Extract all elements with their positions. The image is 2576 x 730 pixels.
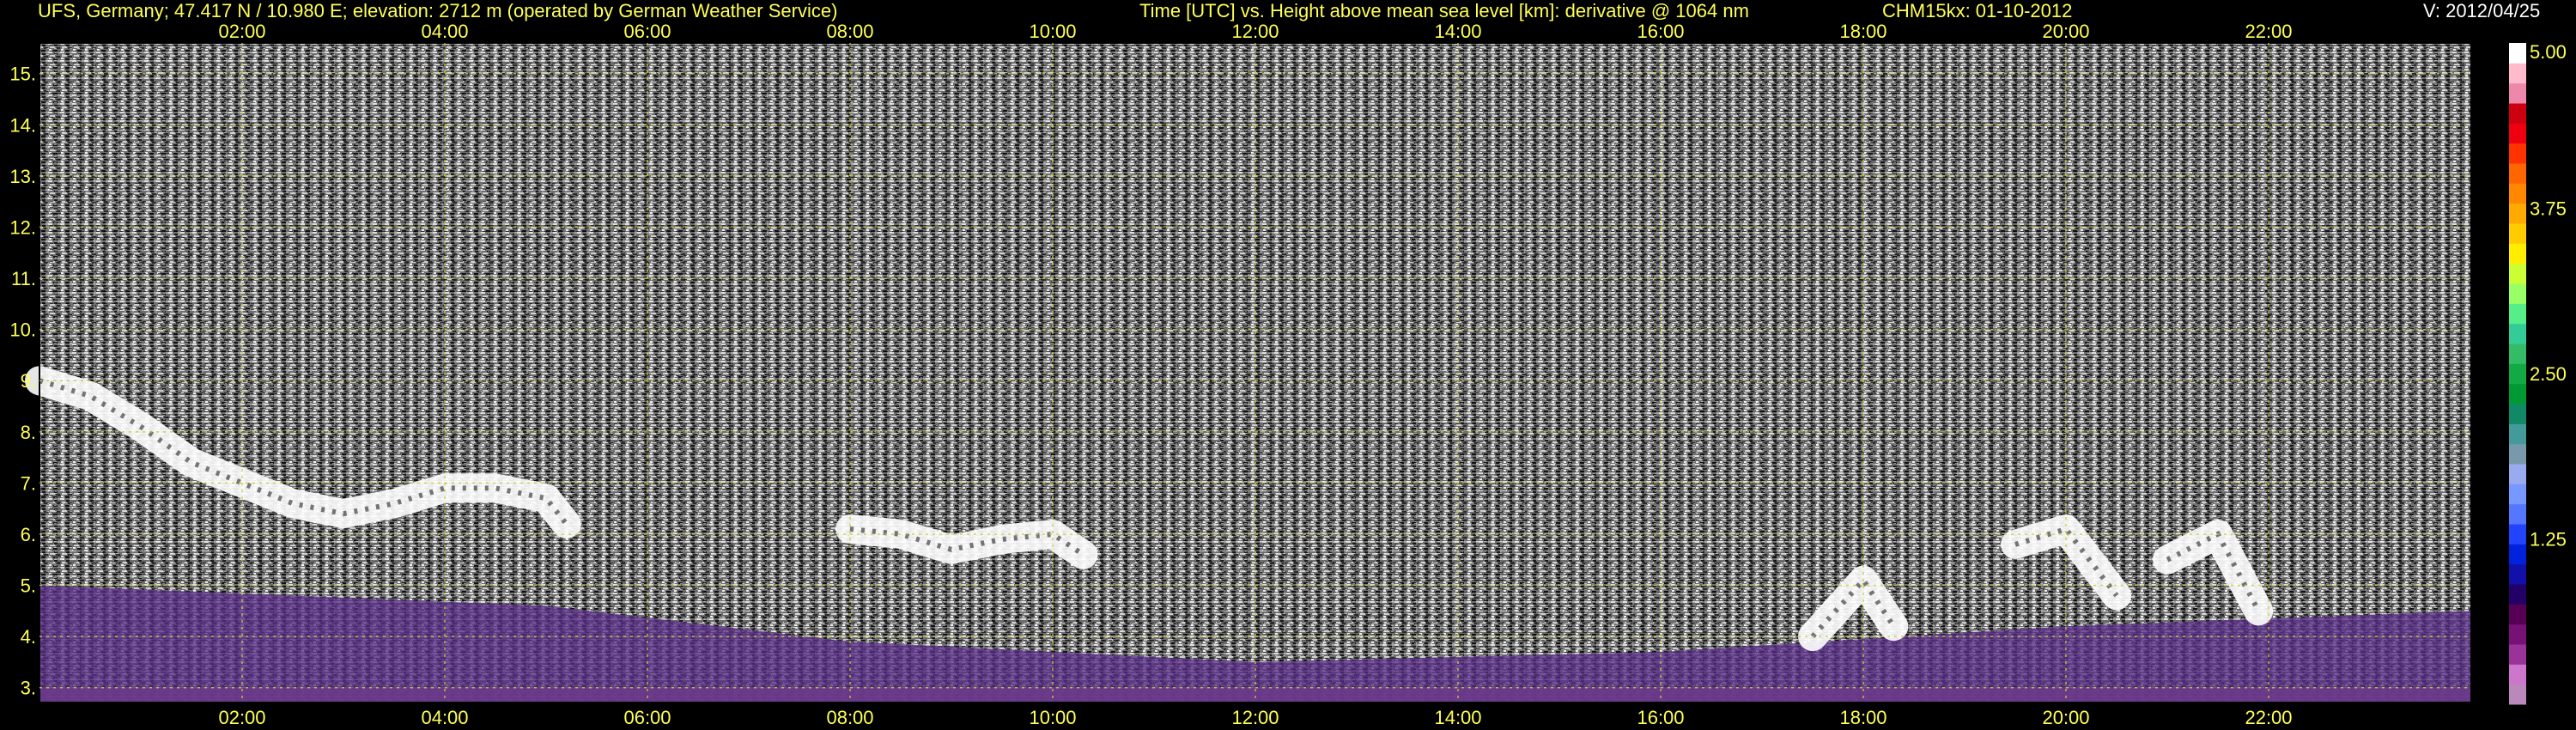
x-tick-label-top: 14:00 — [1434, 21, 1481, 42]
colorbar-swatch — [2509, 684, 2526, 705]
colorbar-swatch — [2509, 263, 2526, 284]
colorbar-swatch — [2509, 223, 2526, 244]
x-tick-label-bottom: 18:00 — [1839, 707, 1886, 728]
colorbar-swatch — [2509, 503, 2526, 525]
x-tick-label-bottom: 14:00 — [1434, 707, 1481, 728]
colorbar-swatch — [2509, 584, 2526, 605]
colorbar-swatch — [2509, 544, 2526, 565]
x-tick-label-top: 10:00 — [1029, 21, 1076, 42]
x-tick-label-top: 12:00 — [1231, 21, 1279, 42]
ceilometer-plot: UFS, Germany; 47.417 N / 10.980 E; eleva… — [0, 0, 2576, 730]
x-tick-label-bottom: 16:00 — [1637, 707, 1684, 728]
x-tick-label-top: 18:00 — [1839, 21, 1886, 42]
x-tick-label-top: 20:00 — [2042, 21, 2089, 42]
y-tick-label: 14. — [9, 114, 36, 136]
y-tick-label: 4. — [21, 626, 36, 648]
colorbar-swatch — [2509, 624, 2526, 645]
y-tick-label: 12. — [9, 216, 36, 238]
colorbar-swatch — [2509, 524, 2526, 544]
colorbar-swatch — [2509, 464, 2526, 484]
colorbar-swatch — [2509, 43, 2526, 64]
x-tick-label-top: 08:00 — [826, 21, 873, 42]
x-tick-label-bottom: 10:00 — [1029, 707, 1076, 728]
x-tick-label-bottom: 06:00 — [623, 707, 671, 728]
y-tick-label: 5. — [21, 575, 36, 597]
colorbar-swatch — [2509, 283, 2526, 304]
x-tick-label-bottom: 08:00 — [826, 707, 873, 728]
y-tick-label: 3. — [21, 678, 36, 699]
x-tick-label-top: 02:00 — [218, 21, 265, 42]
colorbar-swatch — [2509, 63, 2526, 84]
y-tick-label: 8. — [21, 422, 36, 443]
y-tick-label: 9. — [21, 370, 36, 392]
colorbar-swatch — [2509, 443, 2526, 465]
x-tick-label-top: 22:00 — [2245, 21, 2292, 42]
colorbar-swatch — [2509, 484, 2526, 505]
colorbar-swatch — [2509, 604, 2526, 625]
x-tick-label-top: 06:00 — [623, 21, 671, 42]
y-tick-label: 15. — [9, 64, 36, 85]
colorbar-swatch — [2509, 203, 2526, 224]
colorbar-swatch — [2509, 344, 2526, 364]
colorbar-swatch — [2509, 183, 2526, 204]
y-tick-label: 10. — [9, 319, 36, 341]
colorbar-tick-label: 1.25 — [2530, 529, 2567, 551]
colorbar-tick-label: 2.50 — [2530, 363, 2567, 385]
colorbar-swatch — [2509, 323, 2526, 344]
colorbar-swatch — [2509, 383, 2526, 405]
y-tick-label: 11. — [11, 268, 36, 289]
colorbar-swatch — [2509, 404, 2526, 424]
y-tick-label: 7. — [21, 472, 36, 494]
colorbar-tick-label: 5.00 — [2530, 41, 2567, 63]
x-tick-label-bottom: 20:00 — [2042, 707, 2089, 728]
colorbar-swatch — [2509, 123, 2526, 144]
y-tick-label: 13. — [9, 166, 36, 187]
colorbar-swatch — [2509, 143, 2526, 164]
x-tick-label-bottom: 22:00 — [2245, 707, 2292, 728]
x-tick-label-bottom: 12:00 — [1231, 707, 1279, 728]
colorbar-swatch — [2509, 664, 2526, 685]
colorbar-swatch — [2509, 423, 2526, 445]
colorbar-tick-label: 3.75 — [2530, 198, 2567, 220]
colorbar-swatch — [2509, 303, 2526, 325]
colorbar-swatch — [2509, 243, 2526, 265]
x-tick-label-bottom: 04:00 — [421, 707, 468, 728]
chart-svg: 02:00 02:00 04:00 04:00 06:00 06:00 08:00 08:00… — [9, 21, 2567, 728]
x-tick-label-bottom: 02:00 — [218, 707, 265, 728]
y-tick-label: 6. — [21, 524, 36, 545]
colorbar-swatch — [2509, 163, 2526, 184]
colorbar-swatch — [2509, 82, 2526, 104]
colorbar-swatch — [2509, 363, 2526, 385]
colorbar-swatch — [2509, 103, 2526, 124]
colorbar-swatch — [2509, 644, 2526, 665]
x-tick-label-top: 04:00 — [421, 21, 468, 42]
colorbar-swatch — [2509, 563, 2526, 585]
x-tick-label-top: 16:00 — [1637, 21, 1684, 42]
